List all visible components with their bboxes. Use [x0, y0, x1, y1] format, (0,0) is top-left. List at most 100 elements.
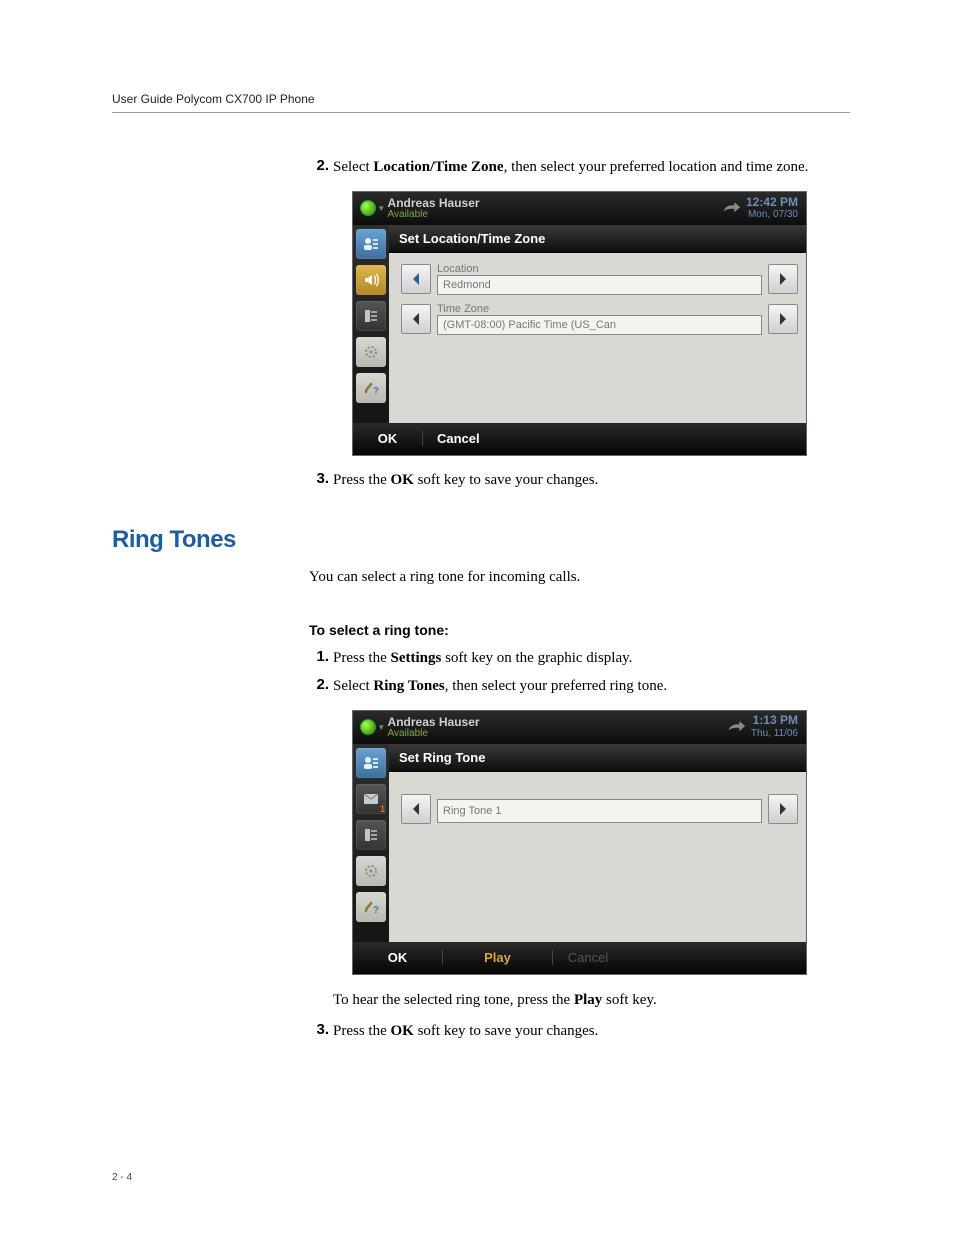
softkey-ok[interactable]: OK: [353, 950, 443, 965]
presence-label: Available: [388, 728, 480, 739]
clock-time: 1:13 PM: [751, 714, 798, 728]
step-text: Press the OK soft key to save your chang…: [333, 1021, 598, 1043]
next-ringtone-button[interactable]: [768, 794, 798, 824]
bold: OK: [391, 1023, 414, 1039]
screen-title: Set Ring Tone: [389, 744, 806, 772]
datetime: 1:13 PM Thu, 11/06: [751, 714, 806, 739]
presence-label: Available: [388, 209, 480, 220]
ringtone-field: Ring Tone 1: [437, 795, 762, 823]
status-bar: ▾ Andreas Hauser Available 1:13 PM Thu, …: [353, 711, 806, 744]
nav-volume-icon[interactable]: [356, 265, 386, 295]
phone-screenshot-location: ▾ Andreas Hauser Available 12:42 PM Mon,…: [352, 191, 807, 456]
clock-date: Mon, 07/30: [746, 209, 798, 221]
timezone-value[interactable]: (GMT-08:00) Pacific Time (US_Can: [437, 315, 762, 335]
status-right: 12:42 PM Mon, 07/30: [718, 196, 806, 221]
text: Select: [333, 678, 373, 694]
step-text: Select Location/Time Zone, then select y…: [333, 157, 808, 179]
clock-date: Thu, 11/06: [751, 728, 798, 740]
side-nav: 1 ?: [353, 744, 389, 942]
nav-contacts-icon[interactable]: [356, 229, 386, 259]
softkey-play[interactable]: Play: [443, 950, 553, 965]
text: soft key on the graphic display.: [441, 650, 632, 666]
text: , then select your preferred ring tone.: [445, 678, 667, 694]
steps-ringtone-cont: 3. Press the OK soft key to save your ch…: [309, 1021, 850, 1043]
text: soft key to save your changes.: [414, 472, 599, 488]
text: Press the: [333, 1023, 391, 1039]
status-right: 1:13 PM Thu, 11/06: [723, 714, 806, 739]
softkey-cancel[interactable]: Cancel: [423, 431, 494, 446]
body-column: 2. Select Location/Time Zone, then selec…: [309, 157, 850, 492]
side-nav: ?: [353, 225, 389, 423]
header-rule: [112, 112, 850, 113]
intro-paragraph: You can select a ring tone for incoming …: [309, 566, 850, 589]
chevron-down-icon: ▾: [379, 722, 384, 733]
nav-help-icon[interactable]: ?: [356, 373, 386, 403]
softkey-bar: OK Cancel: [353, 423, 806, 455]
phone-body: 1 ? Set Ring Tone Ring Tone 1: [353, 744, 806, 942]
nav-help-icon[interactable]: ?: [356, 892, 386, 922]
prev-ringtone-button[interactable]: [401, 794, 431, 824]
after-phone-text: To hear the selected ring tone, press th…: [333, 989, 850, 1012]
text: To hear the selected ring tone, press th…: [333, 992, 574, 1008]
step-text: Select Ring Tones, then select your pref…: [333, 676, 667, 698]
nav-settings-icon[interactable]: [356, 337, 386, 367]
bold: OK: [391, 472, 414, 488]
softkey-ok[interactable]: OK: [353, 431, 423, 446]
nav-calllog-icon[interactable]: [356, 820, 386, 850]
text: , then select your preferred location an…: [504, 159, 809, 175]
step-number: 3.: [309, 470, 333, 492]
presence-indicator-icon: [360, 200, 376, 216]
location-value[interactable]: Redmond: [437, 275, 762, 295]
user-block: Andreas Hauser Available: [388, 716, 480, 739]
step-3: 3. Press the OK soft key to save your ch…: [309, 1021, 850, 1043]
text: Press the: [333, 472, 391, 488]
bold: Play: [574, 992, 602, 1008]
ringtone-row: Ring Tone 1: [401, 794, 798, 824]
call-forward-icon: [718, 197, 744, 219]
chevron-down-icon: ▾: [379, 203, 384, 214]
next-location-button[interactable]: [768, 264, 798, 294]
clock-time: 12:42 PM: [746, 196, 798, 210]
bold: Location/Time Zone: [373, 159, 503, 175]
timezone-row: Time Zone (GMT-08:00) Pacific Time (US_C…: [401, 303, 798, 335]
heading-ring-tones: Ring Tones: [112, 526, 850, 554]
prev-timezone-button[interactable]: [401, 304, 431, 334]
step-number: 2.: [309, 157, 333, 179]
presence-indicator-icon: [360, 719, 376, 735]
field-label: Time Zone: [437, 303, 762, 315]
subhead-select-ringtone: To select a ring tone:: [309, 622, 850, 638]
nav-contacts-icon[interactable]: [356, 748, 386, 778]
step-number: 3.: [309, 1021, 333, 1043]
step-number: 1.: [309, 648, 333, 670]
phone-body: ? Set Location/Time Zone Location Redmon…: [353, 225, 806, 423]
nav-settings-icon[interactable]: [356, 856, 386, 886]
steps-ringtone: 1. Press the Settings soft key on the gr…: [309, 648, 850, 698]
text: Select: [333, 159, 373, 175]
steps-location-cont: 3. Press the OK soft key to save your ch…: [309, 470, 850, 492]
ringtone-value[interactable]: Ring Tone 1: [437, 799, 762, 823]
nav-voicemail-icon[interactable]: 1: [356, 784, 386, 814]
location-field: Location Redmond: [437, 263, 762, 295]
user-name: Andreas Hauser: [388, 716, 480, 728]
nav-calllog-icon[interactable]: [356, 301, 386, 331]
page: User Guide Polycom CX700 IP Phone 2. Sel…: [0, 0, 954, 1235]
step-3: 3. Press the OK soft key to save your ch…: [309, 470, 850, 492]
bold: Ring Tones: [373, 678, 444, 694]
field-label: Location: [437, 263, 762, 275]
running-head: User Guide Polycom CX700 IP Phone: [112, 92, 850, 106]
next-timezone-button[interactable]: [768, 304, 798, 334]
phone-main: Set Location/Time Zone Location Redmond: [389, 225, 806, 423]
step-text: Press the Settings soft key on the graph…: [333, 648, 632, 670]
user-name: Andreas Hauser: [388, 197, 480, 209]
step-1: 1. Press the Settings soft key on the gr…: [309, 648, 850, 670]
screen-title: Set Location/Time Zone: [389, 225, 806, 253]
phone-screenshot-ringtone: ▾ Andreas Hauser Available 1:13 PM Thu, …: [352, 710, 807, 975]
steps-location: 2. Select Location/Time Zone, then selec…: [309, 157, 850, 179]
text: Press the: [333, 650, 391, 666]
step-text: Press the OK soft key to save your chang…: [333, 470, 598, 492]
screen-content: Location Redmond Time Zone (GMT-08:00) P…: [389, 253, 806, 423]
prev-location-button[interactable]: [401, 264, 431, 294]
softkey-bar: OK Play Cancel: [353, 942, 806, 974]
softkey-cancel-disabled: Cancel: [553, 950, 623, 965]
step-number: 2.: [309, 676, 333, 698]
